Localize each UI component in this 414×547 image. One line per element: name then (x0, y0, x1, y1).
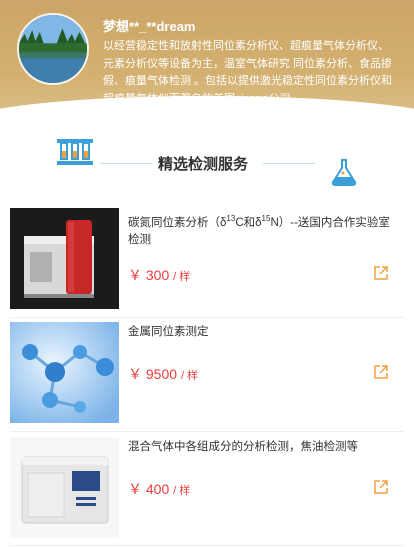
section-header: 精选检测服务 (0, 135, 414, 195)
list-divider (10, 317, 404, 318)
gas-chromatograph-image (10, 437, 119, 538)
share-icon[interactable] (373, 479, 389, 495)
shop-description: 以经营稳定性和放射性同位素分析仪、超痕量气体分析仪、元素分析仪等设备为主，温室气… (103, 40, 393, 105)
lab-tubes-icon (57, 139, 93, 165)
title-divider-right (263, 163, 315, 164)
service-item[interactable]: 碳氮同位素分析（δ13C和δ15N）--送国内合作实验室检测 ￥ 300 / 样 (0, 208, 414, 323)
service-thumbnail[interactable] (10, 437, 119, 538)
shop-header: 梦想**_**dream 以经营稳定性和放射性同位素分析仪、超痕量气体分析仪、元… (0, 0, 414, 122)
title-divider-left (100, 163, 152, 164)
share-icon[interactable] (373, 265, 389, 281)
molecule-image (10, 322, 119, 423)
service-name[interactable]: 金属同位素测定 (128, 324, 400, 341)
service-thumbnail[interactable] (10, 208, 119, 309)
avatar-landscape-image (19, 15, 87, 83)
service-name[interactable]: 混合气体中各组成分的分析检测，焦油检测等 (128, 439, 400, 456)
list-divider (10, 431, 404, 432)
list-divider (10, 545, 404, 546)
service-item[interactable]: 混合气体中各组成分的分析检测，焦油检测等 ￥ 400 / 样 (0, 437, 414, 547)
section-title: 精选检测服务 (158, 156, 249, 173)
shop-name: 梦想**_**dream (103, 19, 196, 34)
service-price: ￥ 400 / 样 (128, 481, 191, 497)
flask-icon (331, 159, 357, 186)
service-price: ￥ 300 / 样 (128, 267, 191, 283)
share-icon[interactable] (373, 364, 389, 380)
service-thumbnail[interactable] (10, 322, 119, 423)
shop-avatar[interactable] (17, 13, 89, 85)
isotope-analyzer-image (10, 208, 119, 309)
service-item[interactable]: 金属同位素测定 ￥ 9500 / 样 (0, 322, 414, 437)
service-price: ￥ 9500 / 样 (128, 366, 199, 382)
service-name[interactable]: 碳氮同位素分析（δ13C和δ15N）--送国内合作实验室检测 (128, 210, 400, 249)
